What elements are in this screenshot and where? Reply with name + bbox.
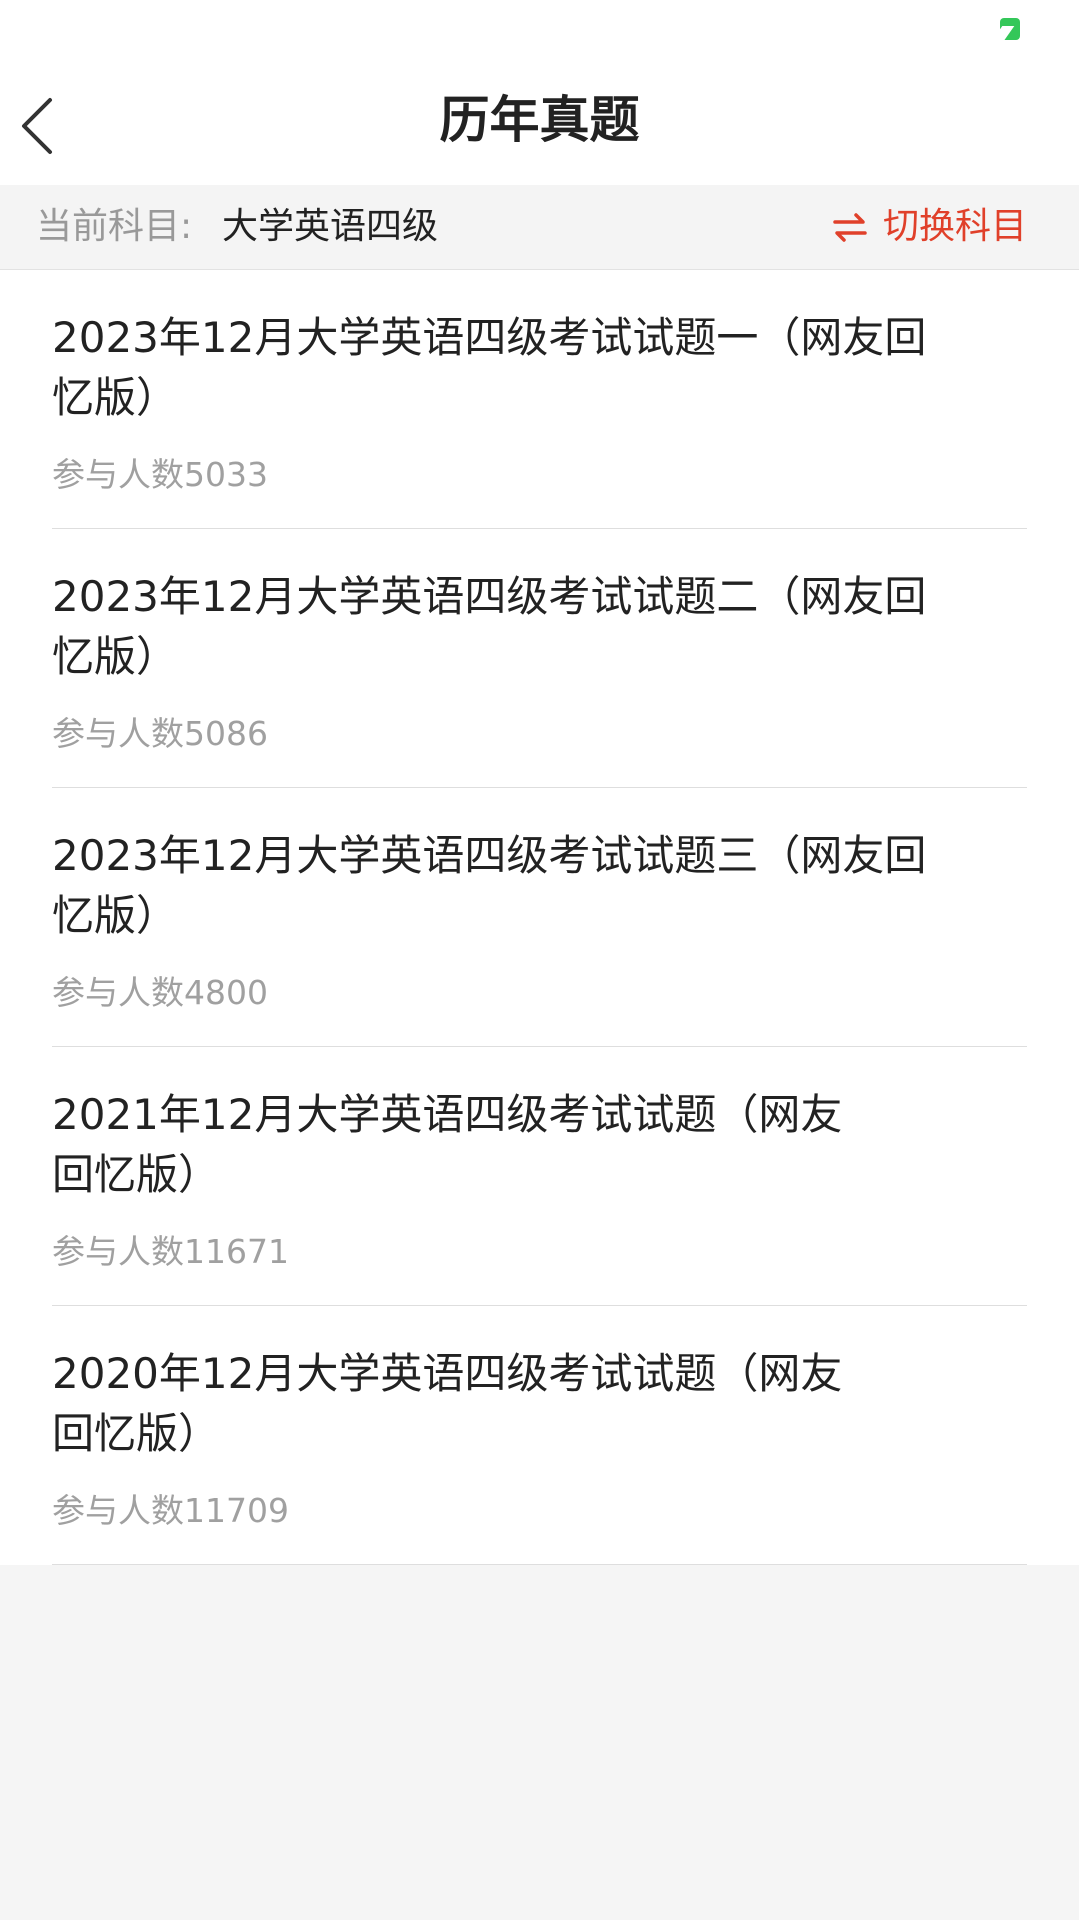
subject-label: 当前科目: [36, 206, 193, 247]
item-title-line1: 2023年12月大学英语四级考试试题一（网友回 [52, 313, 927, 362]
count-prefix: 参与人数 [52, 1491, 184, 1530]
status-bar [0, 0, 1079, 60]
count-prefix: 参与人数 [52, 455, 184, 494]
list-item[interactable]: 2020年12月大学英语四级考试试题（网友 回忆版） 参与人数11709 [0, 1306, 1079, 1565]
item-title: 2020年12月大学英语四级考试试题（网友 回忆版） [52, 1344, 952, 1464]
item-title-line1: 2023年12月大学英语四级考试试题二（网友回 [52, 572, 927, 621]
exam-list: 2023年12月大学英语四级考试试题一（网友回 忆版） 参与人数5033 202… [0, 270, 1079, 1565]
participant-count: 参与人数5033 [52, 455, 268, 495]
subject-value: 大学英语四级 [222, 206, 439, 247]
count-value: 4800 [184, 973, 268, 1012]
switch-subject-label: 切换科目 [882, 206, 1027, 247]
count-value: 5086 [184, 714, 268, 753]
count-prefix: 参与人数 [52, 1232, 184, 1271]
divider [52, 1564, 1027, 1565]
item-title: 2023年12月大学英语四级考试试题三（网友回 忆版） [52, 826, 952, 946]
item-title-line1: 2021年12月大学英语四级考试试题（网友 [52, 1090, 843, 1139]
item-title-line2: 忆版） [52, 891, 179, 940]
item-title-line1: 2023年12月大学英语四级考试试题三（网友回 [52, 831, 927, 880]
item-title-line2: 回忆版） [52, 1409, 221, 1458]
item-title: 2021年12月大学英语四级考试试题（网友 回忆版） [52, 1085, 952, 1205]
swap-arrows-icon [833, 213, 867, 242]
item-title-line2: 回忆版） [52, 1150, 221, 1199]
switch-subject-button[interactable]: 切换科目 [833, 205, 1027, 249]
list-item[interactable]: 2021年12月大学英语四级考试试题（网友 回忆版） 参与人数11671 [0, 1047, 1079, 1306]
app-screen: 历年真题 当前科目: 大学英语四级 切换科目 2023年12月大学英语四级考试试… [0, 0, 1079, 1920]
item-title: 2023年12月大学英语四级考试试题一（网友回 忆版） [52, 308, 952, 428]
item-title: 2023年12月大学英语四级考试试题二（网友回 忆版） [52, 567, 952, 687]
list-item[interactable]: 2023年12月大学英语四级考试试题三（网友回 忆版） 参与人数4800 [0, 788, 1079, 1047]
participant-count: 参与人数5086 [52, 714, 268, 754]
list-item[interactable]: 2023年12月大学英语四级考试试题一（网友回 忆版） 参与人数5033 [0, 270, 1079, 529]
item-title-line2: 忆版） [52, 632, 179, 681]
count-prefix: 参与人数 [52, 973, 184, 1012]
count-value: 11709 [184, 1491, 289, 1530]
count-value: 5033 [184, 455, 268, 494]
subject-bar: 当前科目: 大学英语四级 切换科目 [0, 185, 1079, 270]
count-value: 11671 [184, 1232, 289, 1271]
item-title-line1: 2020年12月大学英语四级考试试题（网友 [52, 1349, 843, 1398]
page-title: 历年真题 [439, 91, 640, 149]
count-prefix: 参与人数 [52, 714, 184, 753]
participant-count: 参与人数11709 [52, 1491, 289, 1531]
participant-count: 参与人数4800 [52, 973, 268, 1013]
participant-count: 参与人数11671 [52, 1232, 289, 1272]
header: 历年真题 [0, 60, 1079, 185]
battery-icon [1000, 18, 1020, 40]
item-title-line2: 忆版） [52, 373, 179, 422]
list-item[interactable]: 2023年12月大学英语四级考试试题二（网友回 忆版） 参与人数5086 [0, 529, 1079, 788]
